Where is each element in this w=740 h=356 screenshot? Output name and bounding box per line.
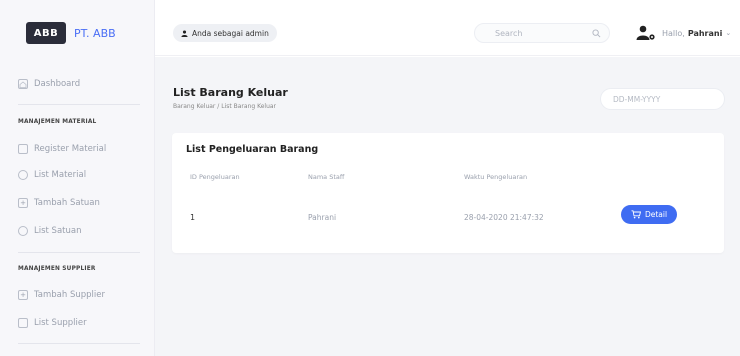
truck-icon [18,318,28,328]
user-menu[interactable]: Hallo, Pahrani ⌄ [636,23,731,43]
greeting-text: Hallo, [662,28,685,38]
chevron-down-icon: ⌄ [725,29,732,37]
pengeluaran-card: List Pengeluaran Barang ID Pengeluaran N… [172,133,724,253]
column-header-staff: Nama Staff [308,173,345,181]
brand[interactable]: ABB PT. ABB [0,10,155,56]
sidebar-item-label: List Material [34,170,87,180]
sidebar-item-list-material[interactable]: List Material [18,170,86,180]
calendar-icon [18,144,28,154]
username: Pahrani [687,28,723,38]
search-input[interactable]: Search [474,23,610,43]
sidebar: ABB PT. ABB Dashboard MANAJEMEN MATERIAL… [0,0,155,356]
cart-icon [631,210,641,219]
box-icon [18,170,28,180]
cell-time: 28-04-2020 21:47:32 [464,213,544,222]
search-placeholder: Search [495,28,523,38]
sidebar-item-tambah-satuan[interactable]: + Tambah Satuan [18,198,100,208]
column-header-id: ID Pengeluaran [190,173,240,181]
card-title: List Pengeluaran Barang [186,144,319,155]
role-badge: Anda sebagai admin [173,24,277,42]
section-material-title: MANAJEMEN MATERIAL [18,119,97,125]
column-header-time: Waktu Pengeluaran [464,173,528,181]
sidebar-divider [18,252,140,253]
sidebar-item-label: Tambah Supplier [34,290,105,300]
search-icon[interactable] [592,29,601,38]
sidebar-item-label: Register Material [34,144,107,154]
abb-logo: ABB [26,22,66,44]
sidebar-item-list-supplier[interactable]: List Supplier [18,318,87,328]
user-settings-icon [636,25,655,40]
sidebar-divider [18,343,140,344]
sidebar-item-tambah-supplier[interactable]: + Tambah Supplier [18,290,105,300]
sidebar-item-label: Dashboard [34,79,81,89]
cell-staff: Pahrani [308,213,337,222]
sidebar-item-dashboard[interactable]: Dashboard [18,79,80,89]
date-placeholder: DD-MM-YYYY [613,94,661,104]
file-plus-icon: + [18,290,28,300]
box-icon [18,226,28,236]
main-content: List Barang Keluar Barang Keluar / List … [155,57,740,356]
sidebar-divider [18,104,140,105]
section-supplier-title: MANAJEMEN SUPPLIER [18,266,96,272]
topbar: Anda sebagai admin Search Hallo, Pahrani… [155,10,740,56]
sidebar-item-register-material[interactable]: Register Material [18,144,106,154]
plus-square-icon: + [18,198,28,208]
detail-button-label: Detail [644,210,668,219]
home-icon [18,79,28,89]
sidebar-item-label: Tambah Satuan [34,198,100,208]
breadcrumb[interactable]: Barang Keluar / List Barang Keluar [173,103,276,110]
sidebar-item-label: List Supplier [34,318,87,328]
role-label: Anda sebagai admin [192,28,269,38]
cell-id: 1 [190,213,196,222]
app-root: ABB PT. ABB Dashboard MANAJEMEN MATERIAL… [0,0,740,356]
page-title: List Barang Keluar [173,86,288,99]
sidebar-item-label: List Satuan [34,226,82,236]
user-icon [181,29,188,37]
brand-name: PT. ABB [74,26,116,40]
date-filter-input[interactable]: DD-MM-YYYY [600,88,725,110]
detail-button[interactable]: Detail [621,205,677,224]
sidebar-item-list-satuan[interactable]: List Satuan [18,226,81,236]
